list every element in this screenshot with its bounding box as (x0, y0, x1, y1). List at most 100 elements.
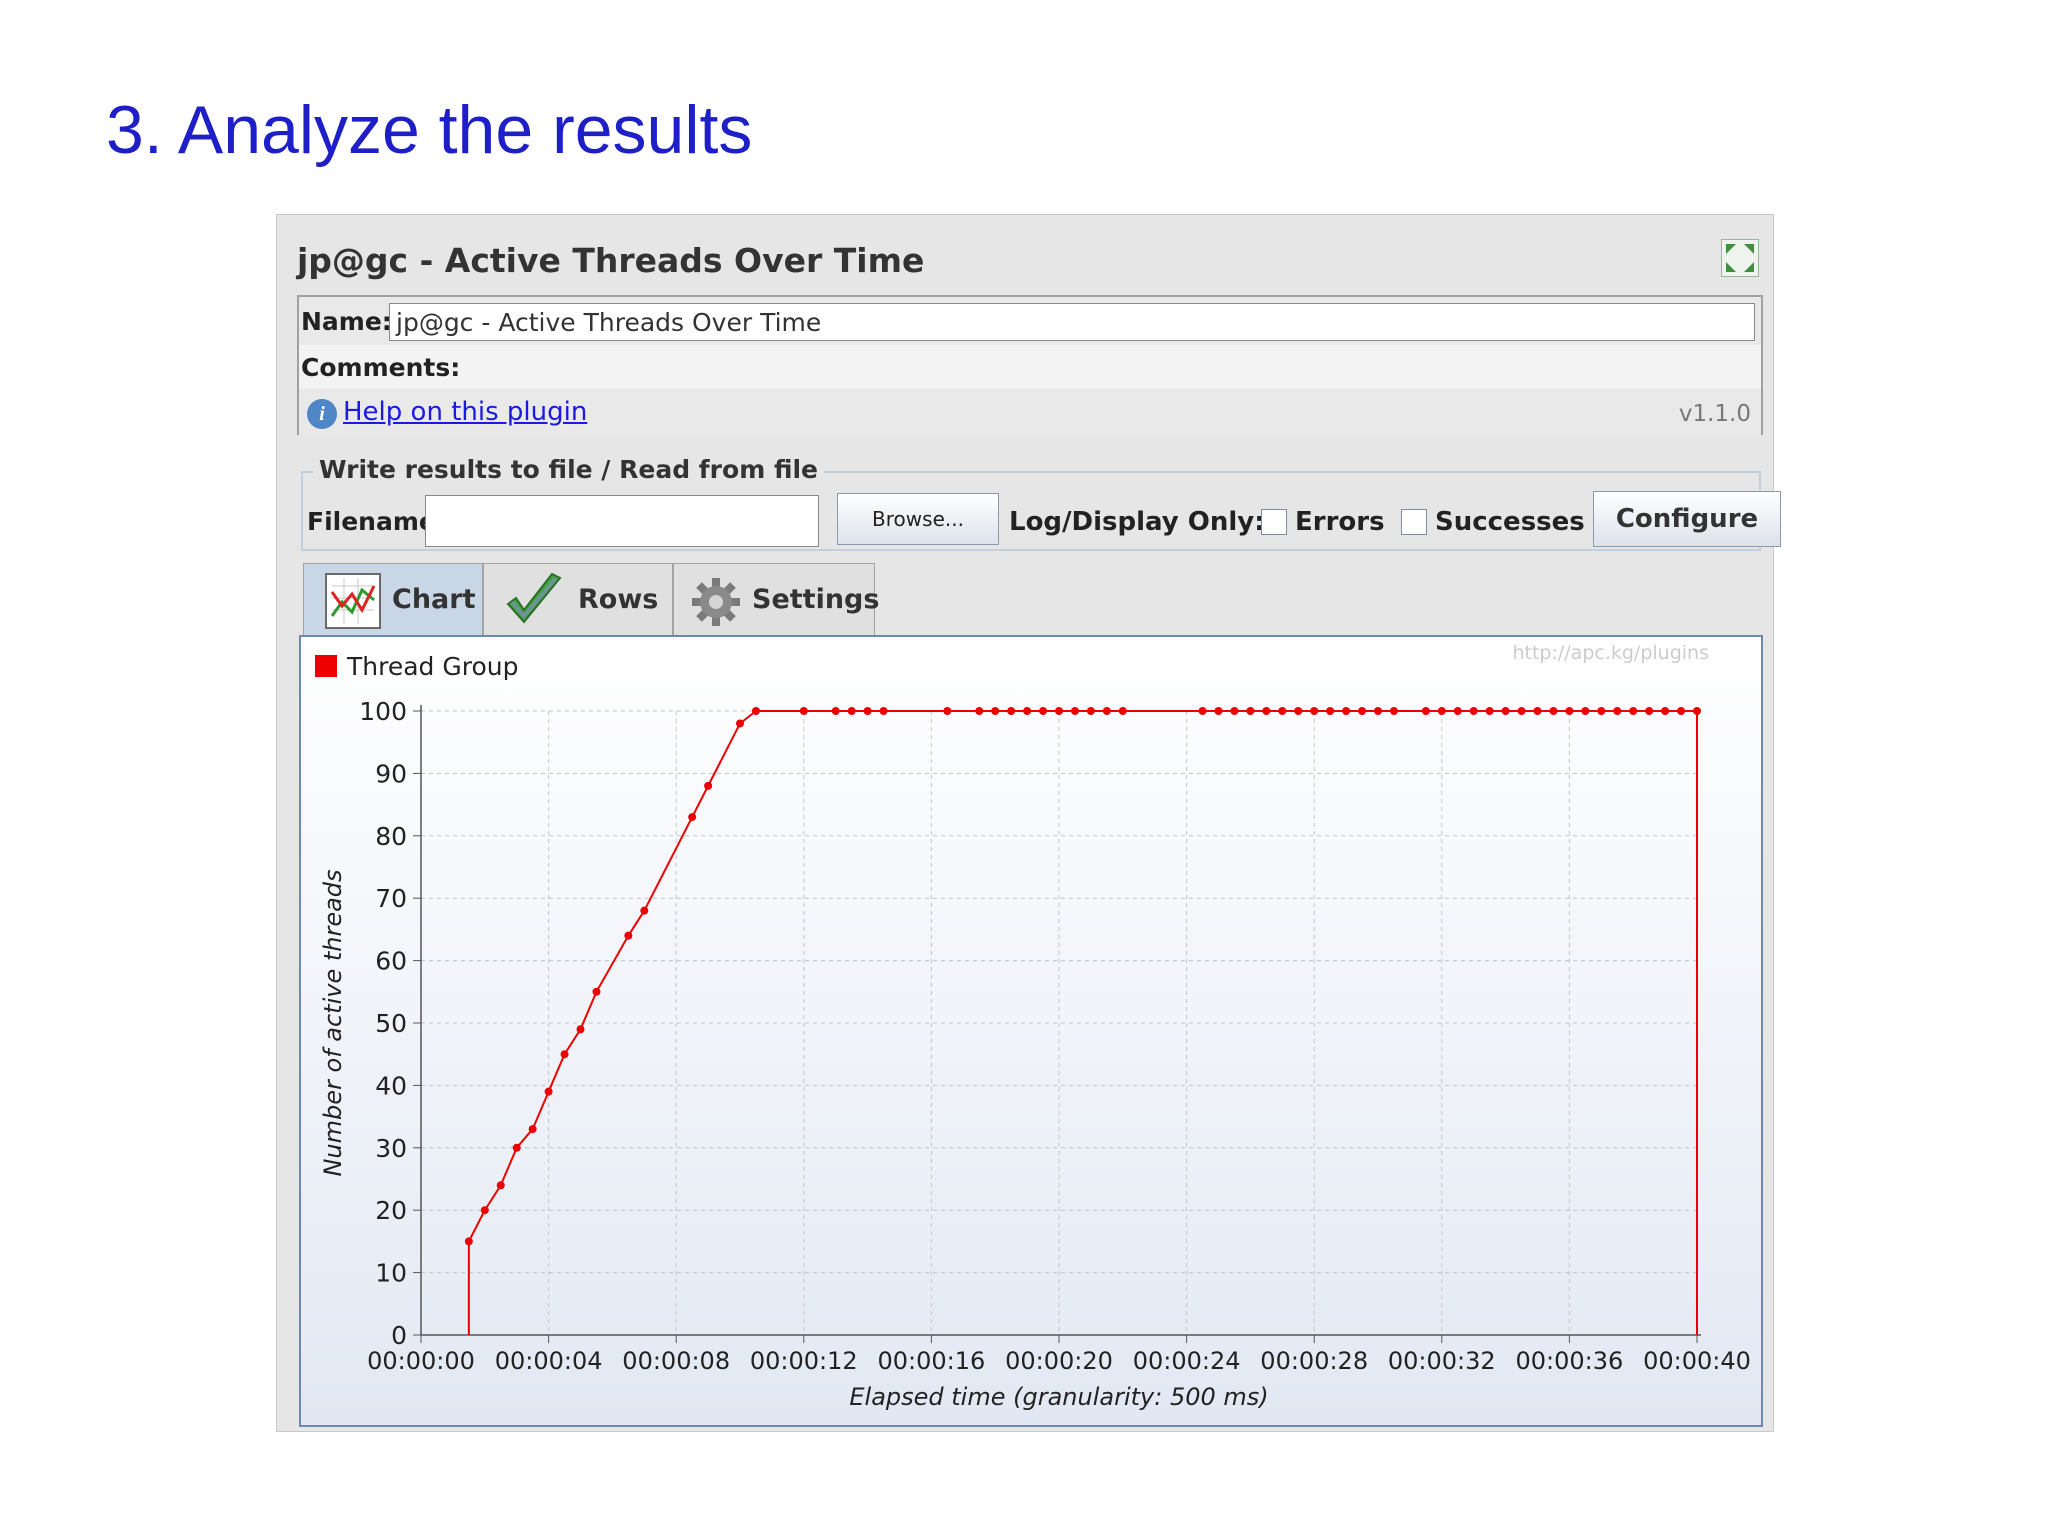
data-point (1023, 707, 1032, 715)
data-point (1581, 707, 1590, 715)
data-point (1230, 707, 1239, 715)
data-point (991, 707, 1000, 715)
data-point (1421, 707, 1430, 715)
y-tick-label: 60 (375, 947, 407, 976)
data-point (560, 1050, 569, 1059)
info-icon: i (307, 399, 337, 429)
data-point (1294, 707, 1303, 715)
data-point (544, 1087, 553, 1096)
data-point (512, 1143, 521, 1152)
data-point (464, 1237, 473, 1246)
data-point (1326, 707, 1335, 715)
y-tick-label: 90 (375, 759, 407, 788)
name-label: Name: (301, 307, 392, 336)
data-point (1677, 707, 1686, 715)
data-point (1629, 707, 1638, 715)
data-point (704, 781, 713, 790)
filename-label: Filename (307, 507, 436, 536)
data-point (736, 719, 744, 728)
data-point (592, 987, 601, 996)
chart-icon (325, 573, 381, 629)
data-point (1070, 707, 1079, 715)
tab-rows[interactable]: Rows (483, 563, 673, 641)
x-tick-label: 00:00:20 (1005, 1347, 1113, 1375)
tab-chart-label: Chart (392, 584, 476, 615)
errors-label: Errors (1295, 507, 1385, 537)
chart-watermark: http://apc.kg/plugins (1512, 642, 1709, 664)
y-axis-label: Number of active threads (319, 869, 347, 1176)
data-point (1342, 707, 1351, 715)
data-point (1102, 707, 1111, 715)
data-point (1118, 707, 1127, 715)
data-point (1278, 707, 1287, 715)
data-point (1214, 707, 1223, 715)
filename-input[interactable] (425, 495, 819, 547)
data-point (1485, 707, 1494, 715)
data-point (640, 906, 649, 915)
data-point (1501, 707, 1510, 715)
slide-title: 3. Analyze the results (106, 92, 753, 168)
data-point (1517, 707, 1526, 715)
checkmark-icon (506, 572, 562, 624)
data-point (1453, 707, 1462, 715)
data-point (1565, 707, 1574, 715)
x-axis-label: Elapsed time (granularity: 500 ms) (849, 1383, 1268, 1411)
data-point (751, 707, 760, 715)
plugin-panel: jp@gc - Active Threads Over Time Name: j… (276, 214, 1781, 1432)
data-point (1549, 707, 1558, 715)
data-point (1613, 707, 1622, 715)
data-point (1693, 707, 1701, 715)
tab-settings[interactable]: Settings (673, 563, 879, 641)
maximize-icon[interactable] (1721, 239, 1759, 277)
gear-icon (692, 578, 740, 626)
y-tick-label: 50 (375, 1009, 407, 1038)
version-label: v1.1.0 (1678, 401, 1751, 427)
x-tick-label: 00:00:36 (1516, 1347, 1624, 1375)
x-tick-label: 00:00:16 (878, 1347, 986, 1375)
data-point (1262, 707, 1271, 715)
log-display-label: Log/Display Only: (1009, 507, 1265, 537)
data-point (480, 1206, 489, 1215)
data-point (1661, 707, 1670, 715)
y-tick-label: 40 (375, 1071, 407, 1100)
data-point (1358, 707, 1367, 715)
y-tick-label: 10 (375, 1259, 407, 1288)
browse-button[interactable]: Browse... (837, 493, 999, 545)
y-tick-label: 30 (375, 1134, 407, 1163)
data-point (1039, 707, 1048, 715)
y-tick-label: 100 (359, 697, 407, 726)
comments-area[interactable]: Comments: (299, 345, 1761, 389)
x-tick-label: 00:00:04 (495, 1347, 603, 1375)
data-point (1198, 707, 1207, 715)
y-tick-label: 80 (375, 822, 407, 851)
configure-button[interactable]: Configure (1593, 491, 1781, 547)
data-point (1086, 707, 1095, 715)
y-tick-label: 20 (375, 1196, 407, 1225)
data-point (1645, 707, 1654, 715)
x-tick-label: 00:00:12 (750, 1347, 858, 1375)
tab-chart[interactable]: Chart (303, 563, 483, 641)
data-point (943, 707, 952, 715)
file-group-legend: Write results to file / Read from file (313, 455, 824, 484)
data-point (847, 707, 856, 715)
data-point (1437, 707, 1446, 715)
x-tick-label: 00:00:32 (1388, 1347, 1496, 1375)
successes-checkbox[interactable] (1401, 509, 1427, 535)
data-point (1533, 707, 1542, 715)
y-tick-label: 0 (391, 1321, 407, 1350)
data-point (624, 931, 633, 940)
data-point (879, 707, 888, 715)
tab-rows-label: Rows (578, 584, 659, 615)
data-point (1007, 707, 1016, 715)
chart-frame: 0 10 20 30 40 50 60 70 80 90 100 00:00:00 00:00:04 00… (299, 635, 1763, 1427)
errors-checkbox[interactable] (1261, 509, 1287, 535)
help-row: i Help on this plugin v1.1.0 (299, 389, 1761, 435)
data-point (1469, 707, 1478, 715)
y-tick-label: 70 (375, 884, 407, 913)
name-input[interactable]: jp@gc - Active Threads Over Time (389, 303, 1755, 341)
data-point (1374, 707, 1382, 715)
panel-title: jp@gc - Active Threads Over Time (297, 241, 925, 280)
help-link[interactable]: Help on this plugin (343, 397, 587, 427)
data-point (799, 707, 808, 715)
x-tick-label: 00:00:28 (1260, 1347, 1368, 1375)
